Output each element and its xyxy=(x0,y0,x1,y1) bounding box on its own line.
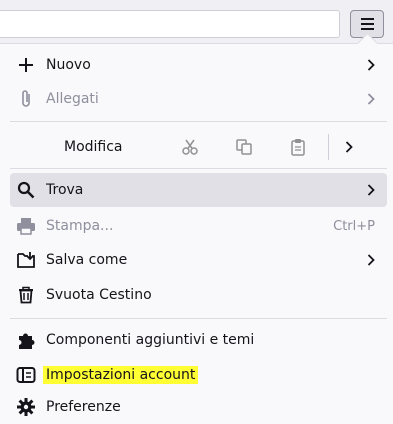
menu-item-account-settings[interactable]: Impostazioni account xyxy=(10,358,387,392)
search-input[interactable] xyxy=(0,10,340,38)
menu-item-empty-trash[interactable]: Svuota Cestino xyxy=(10,278,387,312)
menu-item-save-as[interactable]: Salva come xyxy=(10,243,387,277)
chevron-right-icon xyxy=(367,254,375,266)
copy-icon[interactable] xyxy=(230,133,258,161)
vertical-separator xyxy=(328,134,329,160)
magnifier-icon xyxy=(14,178,38,202)
shortcut-text: Ctrl+P xyxy=(333,218,375,234)
printer-icon xyxy=(14,214,38,238)
menu-item-find[interactable]: Trova xyxy=(10,173,387,207)
menu-item-label: Trova xyxy=(46,182,84,198)
paperclip-icon xyxy=(14,87,38,111)
menu-item-label: Impostazioni account xyxy=(43,366,199,384)
chevron-right-icon xyxy=(367,59,375,71)
plus-icon xyxy=(14,53,38,77)
chevron-right-icon[interactable] xyxy=(345,141,353,153)
menu-item-new[interactable]: Nuovo xyxy=(10,48,387,82)
chevron-right-icon xyxy=(367,93,375,105)
menu-item-print[interactable]: Stampa... Ctrl+P xyxy=(10,209,387,243)
save-folder-icon xyxy=(14,248,38,272)
menu-item-label: Svuota Cestino xyxy=(46,287,152,303)
chevron-right-icon xyxy=(367,184,375,196)
puzzle-icon xyxy=(14,328,38,352)
menu-item-attachments[interactable]: Allegati xyxy=(10,82,387,116)
menu-item-label: Stampa... xyxy=(46,218,114,234)
menu-item-addons[interactable]: Componenti aggiuntivi e temi xyxy=(10,323,387,357)
clipboard-icon[interactable] xyxy=(284,133,312,161)
menu-item-label: Allegati xyxy=(46,91,99,107)
menu-separator xyxy=(10,168,387,169)
menu-item-label: Preferenze xyxy=(46,399,121,415)
scissors-icon[interactable] xyxy=(176,133,204,161)
account-card-icon xyxy=(14,363,38,387)
menu-separator xyxy=(10,121,387,122)
gear-icon xyxy=(14,395,38,419)
menu-separator xyxy=(10,318,387,319)
menu-item-label: Nuovo xyxy=(46,57,91,73)
edit-label: Modifica xyxy=(64,139,123,155)
menu-item-label-wrap: Impostazioni account xyxy=(43,366,387,384)
menu-item-label: Salva come xyxy=(46,252,128,268)
trash-icon xyxy=(14,283,38,307)
menu-item-label: Componenti aggiuntivi e temi xyxy=(46,332,255,348)
menu-item-edit: Modifica xyxy=(10,130,387,164)
